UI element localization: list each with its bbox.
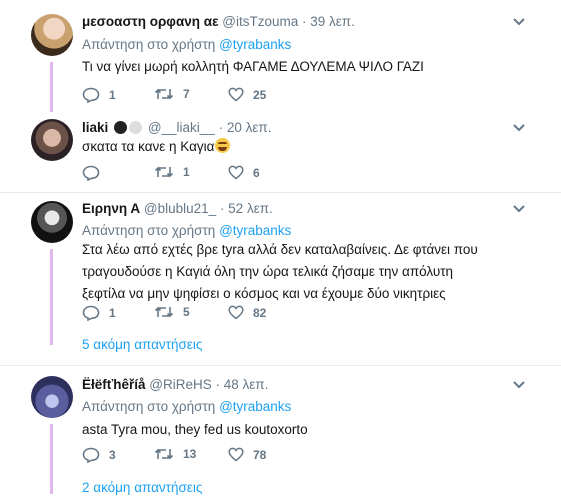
tweet-header: Ëłëfťhêříå @RiReHS · 48 λεπ. <box>82 377 268 392</box>
separator: · <box>215 377 221 392</box>
user-handle[interactable]: @RiReHS <box>149 377 211 392</box>
reply-icon <box>82 165 100 181</box>
tweet-2[interactable]: liaki @__liaki__ · 20 λεπ. σκατα τα κανε… <box>0 112 561 192</box>
heart-icon <box>228 305 244 320</box>
like-button[interactable]: 82 <box>228 305 266 320</box>
display-name[interactable]: μεσοαστη ορφανη αε <box>82 14 218 29</box>
tweet-1[interactable]: μεσοαστη ορφανη αε @itsTzouma · 39 λεπ. … <box>0 0 561 112</box>
thread-line <box>50 249 53 345</box>
chevron-down-icon[interactable] <box>512 17 526 27</box>
tweet-3[interactable]: Ειρηνη Α @blublu21_ · 52 λεπ. Απάντηση σ… <box>0 193 561 363</box>
like-button[interactable]: 78 <box>228 447 266 462</box>
reply-to-label: Απάντηση στο χρήστη <box>82 37 216 52</box>
retweet-count: 1 <box>183 165 190 179</box>
reply-button[interactable]: 1 <box>82 87 116 103</box>
timestamp[interactable]: 39 λεπ. <box>310 14 355 29</box>
tweet-text: Στα λέω από εχτές βρε tyra αλλά δεν κατα… <box>82 242 478 301</box>
reply-to: Απάντηση στο χρήστη @tyrabanks <box>82 399 291 414</box>
tweet-header: liaki @__liaki__ · 20 λεπ. <box>82 120 271 135</box>
tweet-text: σκατα τα κανε η Καγια <box>82 136 542 158</box>
thread-line <box>50 424 53 494</box>
tweet-text-content: σκατα τα κανε η Καγια <box>82 139 215 154</box>
tweet-header: Ειρηνη Α @blublu21_ · 52 λεπ. <box>82 201 273 216</box>
show-more-replies-link[interactable]: 5 ακόμη απαντήσεις <box>82 337 202 352</box>
laughing-emoji-icon <box>215 138 231 153</box>
tweet-text: asta Tyra mou, they fed us koutoxorto <box>82 422 308 437</box>
heart-icon <box>228 87 244 102</box>
display-name[interactable]: Ειρηνη Α <box>82 201 140 216</box>
reply-to: Απάντηση στο χρήστη @tyrabanks <box>82 223 291 238</box>
reply-mention-link[interactable]: @tyrabanks <box>219 399 291 414</box>
retweet-count: 5 <box>183 305 190 319</box>
reply-icon <box>82 87 100 103</box>
chevron-down-icon[interactable] <box>512 123 526 133</box>
retweet-count: 13 <box>183 447 197 461</box>
like-count: 6 <box>253 165 260 180</box>
retweet-button[interactable]: 5 <box>154 305 190 319</box>
tweet-4[interactable]: Ëłëfťhêříå @RiReHS · 48 λεπ. Απάντηση στ… <box>0 366 561 500</box>
timestamp[interactable]: 52 λεπ. <box>228 201 273 216</box>
user-handle[interactable]: @blublu21_ <box>144 201 216 216</box>
retweet-icon <box>154 306 174 318</box>
like-button[interactable]: 6 <box>228 165 260 180</box>
emoji-circles <box>114 121 143 134</box>
heart-icon <box>228 165 244 180</box>
retweet-icon <box>154 88 174 100</box>
reply-icon <box>82 447 100 463</box>
display-name[interactable]: Ëłëfťhêříå <box>82 377 146 392</box>
retweet-icon <box>154 448 174 460</box>
tweet-header: μεσοαστη ορφανη αε @itsTzouma · 39 λεπ. <box>82 14 355 29</box>
show-more-replies-link[interactable]: 2 ακόμη απαντήσεις <box>82 480 202 495</box>
display-name[interactable]: liaki <box>82 120 108 135</box>
avatar[interactable] <box>31 14 73 56</box>
timestamp[interactable]: 20 λεπ. <box>227 120 272 135</box>
timestamp[interactable]: 48 λεπ. <box>224 377 269 392</box>
thread-line <box>50 62 53 112</box>
reply-button[interactable] <box>82 165 109 181</box>
like-button[interactable]: 25 <box>228 87 266 102</box>
retweet-button[interactable]: 7 <box>154 87 190 101</box>
reply-button[interactable]: 1 <box>82 305 116 321</box>
chevron-down-icon[interactable] <box>512 204 526 214</box>
like-count: 25 <box>253 87 267 102</box>
separator: · <box>302 14 307 29</box>
retweet-button[interactable]: 1 <box>154 165 190 179</box>
retweet-count: 7 <box>183 87 190 101</box>
reply-button[interactable]: 3 <box>82 447 116 463</box>
avatar[interactable] <box>31 376 73 418</box>
retweet-icon <box>154 166 174 178</box>
reply-mention-link[interactable]: @tyrabanks <box>219 223 291 238</box>
user-handle[interactable]: @__liaki__ <box>148 120 215 135</box>
reply-count: 1 <box>109 306 116 320</box>
heart-icon <box>228 447 244 462</box>
reply-icon <box>82 305 100 321</box>
avatar[interactable] <box>31 119 73 161</box>
separator: · <box>219 201 225 216</box>
reply-to-label: Απάντηση στο χρήστη <box>82 223 216 238</box>
like-count: 82 <box>253 305 267 320</box>
tweet-text: Τι να γίνει μωρή κολλητή ΦΑΓΑΜΕ ΔΟΥΛΕΜΑ … <box>82 59 424 74</box>
reply-count: 1 <box>109 88 116 102</box>
reply-to: Απάντηση στο χρήστη @tyrabanks <box>82 37 291 52</box>
user-handle[interactable]: @itsTzouma <box>222 14 298 29</box>
like-count: 78 <box>253 447 267 462</box>
retweet-button[interactable]: 13 <box>154 447 196 461</box>
avatar[interactable] <box>31 201 73 243</box>
reply-mention-link[interactable]: @tyrabanks <box>219 37 291 52</box>
reply-to-label: Απάντηση στο χρήστη <box>82 399 216 414</box>
chevron-down-icon[interactable] <box>512 380 526 390</box>
reply-count: 3 <box>109 448 116 462</box>
separator: · <box>218 120 224 135</box>
